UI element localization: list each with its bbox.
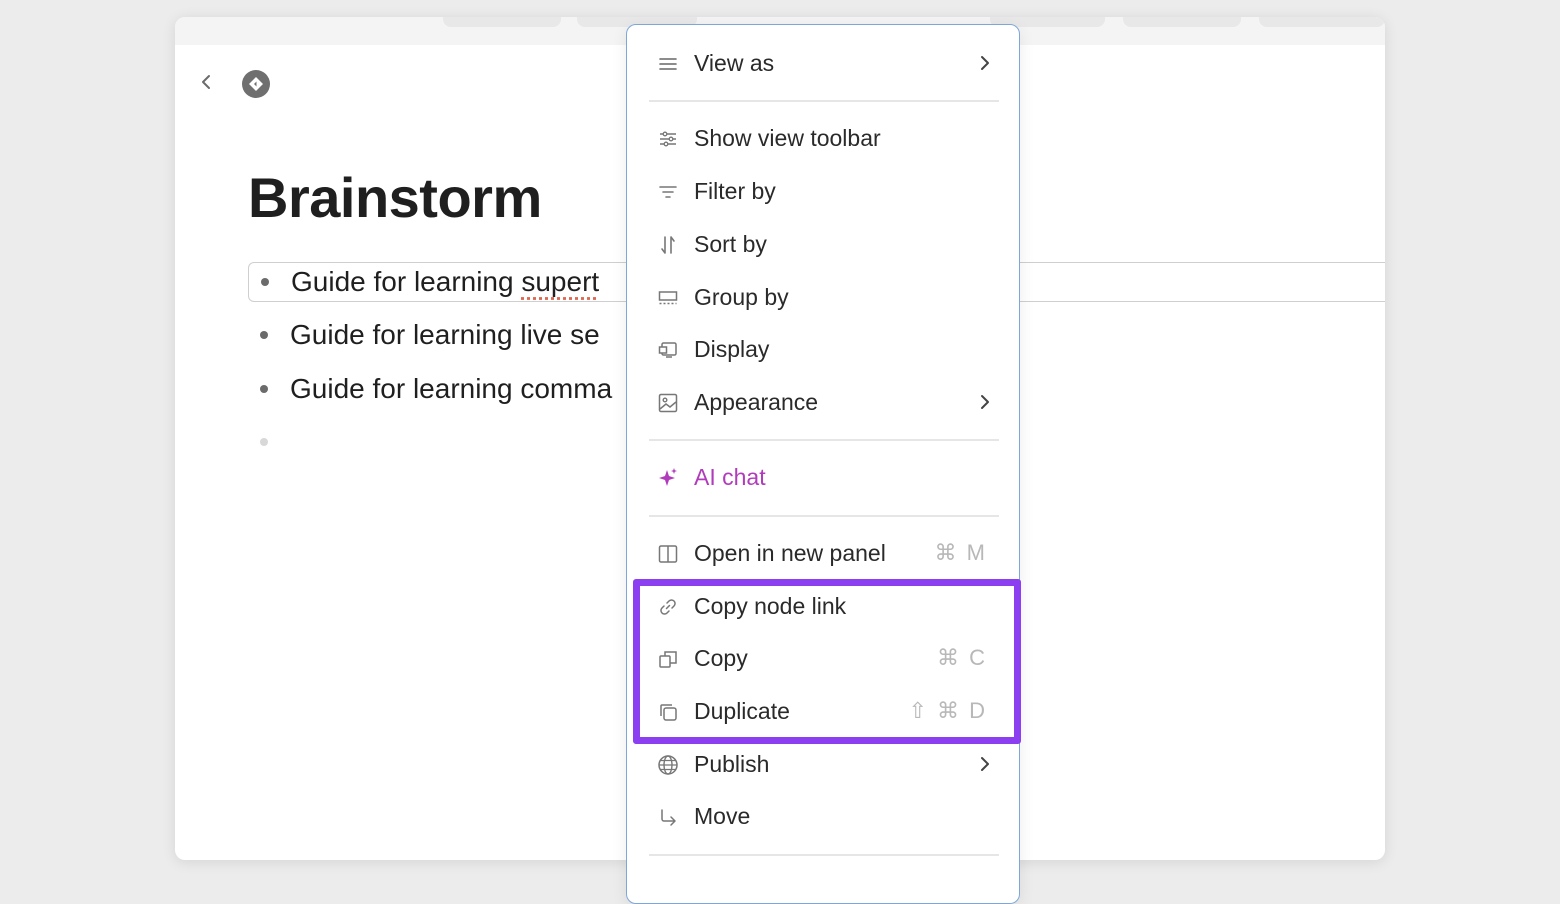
shortcut-hint: ⌘ C — [937, 645, 987, 670]
menu-item-view-as[interactable]: View as — [627, 39, 1019, 87]
tab-placeholder[interactable] — [1123, 17, 1241, 27]
menu-label: Display — [694, 335, 770, 362]
menu-item-appearance[interactable]: Appearance — [627, 378, 1019, 426]
menu-label: Filter by — [694, 177, 776, 204]
list-item-text[interactable]: Guide for learning live se — [290, 319, 600, 351]
menu-label: Show view toolbar — [694, 124, 881, 151]
link-icon — [657, 596, 679, 618]
globe-icon — [657, 754, 679, 776]
menu-label: Open in new panel — [694, 539, 886, 566]
bullet-dot-icon[interactable] — [260, 331, 268, 339]
copy-icon — [657, 648, 679, 670]
menu-label: Copy — [694, 644, 748, 671]
menu-label: View as — [694, 49, 775, 76]
tab-placeholder[interactable] — [443, 17, 561, 27]
sparkle-icon — [657, 467, 679, 489]
panel-icon — [657, 543, 679, 565]
menu-divider — [649, 100, 999, 102]
menu-label: Appearance — [694, 388, 819, 415]
menu-item-filter-by[interactable]: Filter by — [627, 167, 1019, 215]
tab-placeholder[interactable] — [1259, 17, 1385, 27]
move-arrow-icon — [657, 806, 679, 828]
menu-label: Sort by — [694, 230, 767, 257]
context-menu: View as Show view toolbar Filter by Sort… — [626, 24, 1020, 904]
menu-label: Duplicate — [694, 697, 790, 724]
menu-label: Group by — [694, 283, 789, 310]
menu-item-sort-by[interactable]: Sort by — [627, 220, 1019, 268]
menu-item-open-in-new-panel[interactable]: Open in new panel ⌘ M — [627, 529, 1019, 577]
list-item-text[interactable]: Guide for learning comma — [290, 373, 612, 405]
list-item-text[interactable]: Guide for learning supert — [291, 266, 599, 298]
back-chevron-icon[interactable] — [197, 73, 215, 91]
duplicate-icon — [657, 701, 679, 723]
menu-item-group-by[interactable]: Group by — [627, 273, 1019, 321]
sliders-icon — [657, 128, 679, 150]
image-icon — [657, 392, 679, 414]
shortcut-hint: ⌘ M — [934, 540, 987, 565]
bullet-dot-icon[interactable] — [260, 438, 268, 446]
menu-divider — [649, 439, 999, 441]
menu-item-copy[interactable]: Copy ⌘ C — [627, 634, 1019, 682]
page-title: Brainstorm — [248, 166, 542, 229]
filter-icon — [657, 181, 679, 203]
bullet-dot-icon[interactable] — [261, 278, 269, 286]
menu-item-show-view-toolbar[interactable]: Show view toolbar — [627, 114, 1019, 162]
menu-item-display[interactable]: Display — [627, 325, 1019, 373]
menu-label: Move — [694, 802, 751, 829]
menu-divider — [649, 515, 999, 517]
menu-item-move[interactable]: Move — [627, 792, 1019, 840]
shortcut-hint: ⇧ ⌘ D — [908, 698, 987, 723]
bullet-dot-icon[interactable] — [260, 385, 268, 393]
sort-icon — [657, 234, 679, 256]
group-icon — [657, 287, 679, 309]
chevron-right-icon — [975, 53, 995, 73]
menu-label: AI chat — [694, 463, 766, 490]
menu-label: Publish — [694, 750, 770, 777]
chevron-right-icon — [975, 392, 995, 412]
chevron-right-icon — [975, 754, 995, 774]
list-icon — [657, 53, 679, 75]
menu-item-publish[interactable]: Publish — [627, 740, 1019, 788]
menu-divider — [649, 854, 999, 856]
menu-item-copy-node-link[interactable]: Copy node link — [627, 582, 1019, 630]
menu-item-ai-chat[interactable]: AI chat — [627, 453, 1019, 501]
display-icon — [657, 339, 679, 361]
node-diamond-icon[interactable] — [242, 70, 270, 98]
spellcheck-word: supert — [521, 266, 600, 297]
menu-label: Copy node link — [694, 592, 847, 619]
menu-item-duplicate[interactable]: Duplicate ⇧ ⌘ D — [627, 687, 1019, 735]
